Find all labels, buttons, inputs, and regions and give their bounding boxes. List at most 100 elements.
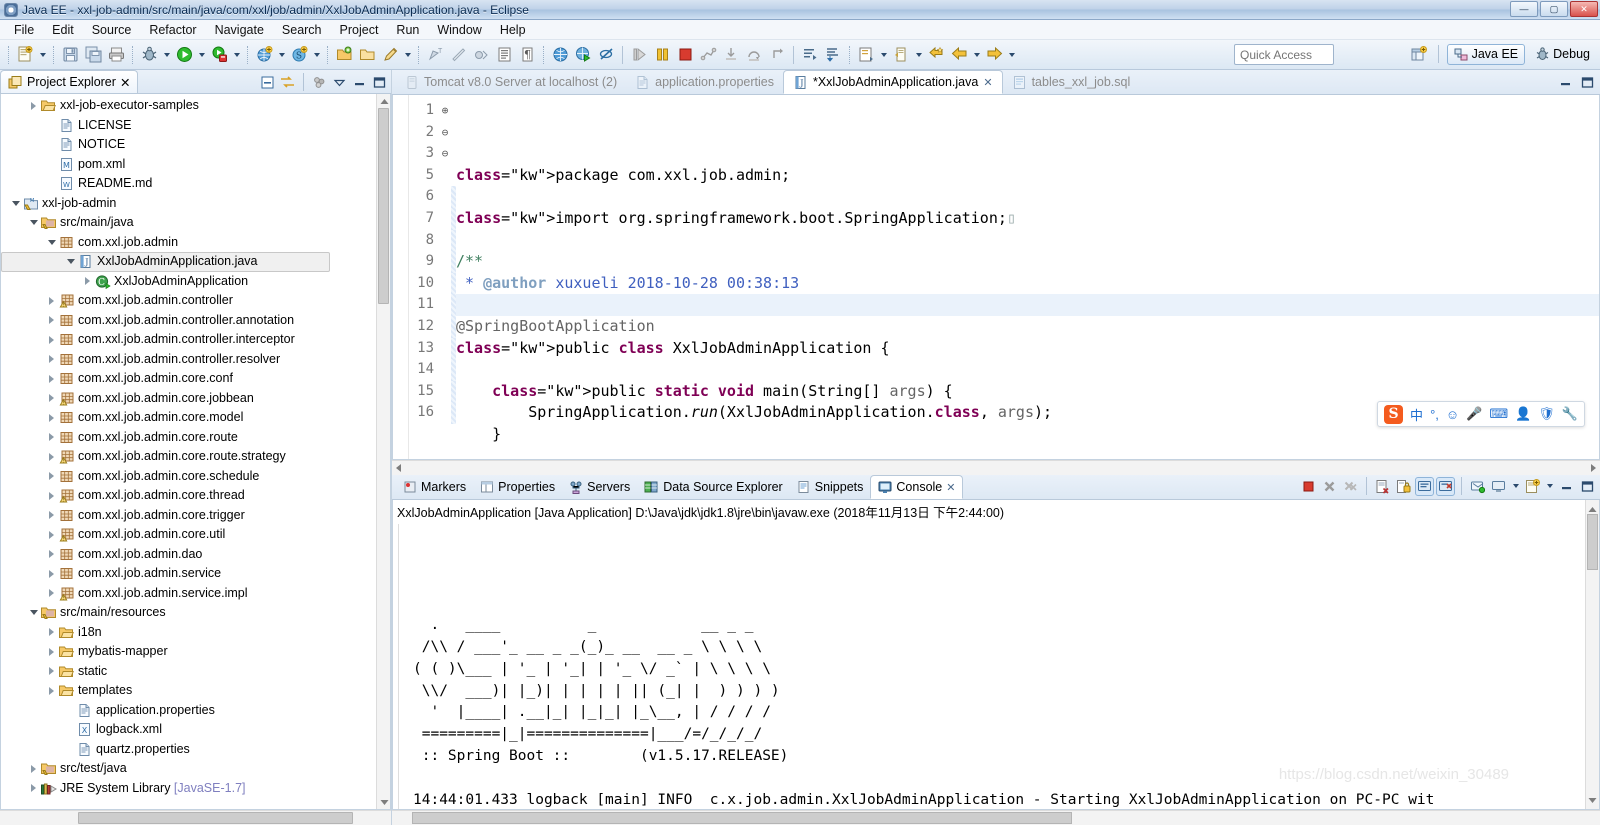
chevron-right-icon[interactable] [45, 428, 58, 447]
link-with-editor-icon[interactable] [279, 74, 296, 91]
menu-item-source[interactable]: Source [84, 21, 140, 39]
step-return-icon[interactable] [766, 44, 788, 66]
maximize-editor-icon[interactable] [1579, 74, 1596, 91]
chevron-right-icon[interactable] [45, 584, 58, 603]
tree-item[interactable]: JRE System Library [JavaSE-1.7] [1, 779, 390, 799]
step-into-icon[interactable] [720, 44, 742, 66]
console-scroll-down-icon[interactable] [1588, 793, 1597, 807]
chevron-down-icon[interactable] [27, 213, 40, 232]
ime-button-2[interactable]: ☺ [1446, 407, 1459, 422]
open-console-dropdown-icon[interactable] [1544, 475, 1555, 497]
next-annotation-icon[interactable] [799, 44, 821, 66]
project-tree-horizontal-scrollbar[interactable] [0, 810, 391, 825]
project-tree-hscroll-thumb[interactable] [78, 812, 353, 824]
save-all-icon[interactable] [82, 44, 104, 66]
new-sql-dropdown-icon[interactable] [311, 44, 322, 66]
chevron-right-icon[interactable] [45, 662, 58, 681]
save-icon[interactable] [59, 44, 81, 66]
project-tree[interactable]: xxl-job-executor-samples LICENSE NOTICE Mpo… [1, 94, 390, 798]
editor-folding-column[interactable]: ⊕ ⊖ ⊖ [439, 95, 451, 459]
chevron-right-icon[interactable] [45, 447, 58, 466]
tree-item[interactable]: i18n [1, 623, 390, 643]
tree-item[interactable]: com.xxl.job.admin.controller.interceptor [1, 330, 390, 350]
toggle-mark-occurrences-icon[interactable] [855, 44, 877, 66]
chevron-down-icon[interactable] [27, 603, 40, 622]
forward-dropdown-icon[interactable] [1006, 44, 1017, 66]
tree-item[interactable]: com.xxl.job.admin.core.model [1, 408, 390, 428]
display-selected-console-icon[interactable] [1489, 477, 1508, 496]
forward-icon[interactable] [983, 44, 1005, 66]
tree-item[interactable]: com.xxl.job.admin.core.conf [1, 369, 390, 389]
ime-button-4[interactable]: ⌨ [1489, 406, 1508, 422]
ime-button-3[interactable]: 🎤 [1466, 406, 1482, 422]
ime-button-7[interactable]: 🔧 [1562, 406, 1578, 422]
chevron-right-icon[interactable] [45, 311, 58, 330]
editor-tab[interactable]: Tomcat v8.0 Server at localhost (2) [396, 70, 626, 94]
new-sql-icon[interactable]: S [288, 44, 310, 66]
skip-breakpoints-icon[interactable] [470, 44, 492, 66]
open-console-icon[interactable] [1523, 477, 1542, 496]
menu-item-file[interactable]: File [6, 21, 42, 39]
chevron-right-icon[interactable] [45, 525, 58, 544]
quick-fix-icon[interactable] [379, 44, 401, 66]
quick-fix-dropdown-icon[interactable] [402, 44, 413, 66]
tree-item[interactable]: W README.md [1, 174, 390, 194]
remove-all-launches-icon[interactable] [1341, 477, 1360, 496]
open-resource-icon[interactable] [356, 44, 378, 66]
quick-access-input[interactable] [1234, 44, 1334, 65]
view-menu-chevron-icon[interactable] [331, 74, 348, 91]
disconnect-debug-icon[interactable] [697, 44, 719, 66]
tree-item[interactable]: com.xxl.job.admin.core.route [1, 428, 390, 448]
tree-item[interactable]: ! com.xxl.job.admin.service.impl [1, 584, 390, 604]
ime-button-1[interactable]: °, [1430, 407, 1439, 422]
suspend-icon[interactable] [651, 44, 673, 66]
console-panel-tab[interactable]: Snippets [790, 475, 871, 499]
close-icon[interactable]: ✕ [983, 76, 992, 89]
last-edit-location-icon[interactable] [822, 44, 844, 66]
ime-button-0[interactable]: 中 [1410, 405, 1423, 424]
chevron-right-icon[interactable] [45, 330, 58, 349]
previous-edit-dropdown-icon[interactable] [913, 44, 924, 66]
terminate-icon[interactable] [674, 44, 696, 66]
scroll-up-icon[interactable] [379, 96, 389, 106]
console-horizontal-scrollbar[interactable] [392, 810, 1600, 825]
menu-item-edit[interactable]: Edit [44, 21, 82, 39]
run-dropdown-icon[interactable] [196, 44, 207, 66]
tree-item[interactable]: application.properties [1, 701, 390, 721]
display-console-dropdown-icon[interactable] [1510, 475, 1521, 497]
editor-horizontal-scrollbar[interactable] [392, 460, 1600, 475]
tree-item[interactable]: static [1, 662, 390, 682]
chevron-right-icon[interactable] [45, 369, 58, 388]
chevron-right-icon[interactable] [45, 467, 58, 486]
close-icon[interactable]: ✕ [946, 481, 955, 494]
mark-occurrences-dropdown-icon[interactable] [878, 44, 889, 66]
chevron-right-icon[interactable] [45, 681, 58, 700]
tree-item[interactable]: xxl-job-executor-samples [1, 96, 390, 116]
tree-item[interactable]: src/main/java [1, 213, 390, 233]
minimize-editor-icon[interactable] [1557, 74, 1574, 91]
show-whitespace-icon[interactable]: ¶ [516, 44, 538, 66]
new-wizard-icon[interactable] [14, 44, 36, 66]
chevron-right-icon[interactable] [45, 564, 58, 583]
sogou-ime-logo-icon[interactable]: S [1384, 404, 1404, 424]
tree-item[interactable]: mybatis-mapper [1, 642, 390, 662]
chevron-right-icon[interactable] [45, 623, 58, 642]
tree-item[interactable]: com.xxl.job.admin.controller.annotation [1, 311, 390, 331]
print-icon[interactable] [105, 44, 127, 66]
tree-item[interactable]: NOTICE [1, 135, 390, 155]
tree-item[interactable]: Xlogback.xml [1, 720, 390, 740]
chevron-right-icon[interactable] [27, 779, 40, 798]
menu-item-window[interactable]: Window [429, 21, 489, 39]
editor-tab[interactable]: tables_xxl_job.sql [1003, 70, 1140, 94]
maximize-button[interactable]: ▢ [1540, 1, 1568, 17]
console-panel-tab[interactable]: Console ✕ [870, 475, 964, 499]
chevron-down-icon[interactable] [45, 233, 58, 252]
resume-icon[interactable] [628, 44, 650, 66]
console-vertical-scrollbar[interactable] [1585, 500, 1599, 809]
perspective-java-ee[interactable]: Java EE [1446, 43, 1526, 65]
menu-item-help[interactable]: Help [492, 21, 534, 39]
new-wizard-dropdown-icon[interactable] [37, 44, 48, 66]
tree-item[interactable]: LICENSE [1, 116, 390, 136]
run-as-server-icon[interactable] [208, 44, 230, 66]
disconnect-icon[interactable] [595, 44, 617, 66]
